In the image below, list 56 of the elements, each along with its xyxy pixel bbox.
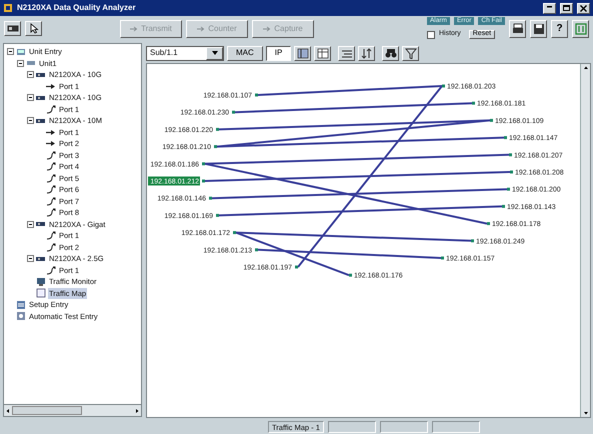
collapse-icon[interactable] bbox=[27, 220, 34, 228]
print-icon bbox=[512, 22, 524, 34]
close-icon bbox=[579, 4, 588, 12]
setup-icon bbox=[16, 300, 26, 310]
map-tool-button[interactable] bbox=[338, 46, 356, 60]
status-panel bbox=[432, 421, 480, 433]
unit-entry-icon bbox=[16, 46, 26, 57]
status-panel bbox=[380, 421, 428, 433]
monitor-icon bbox=[36, 276, 46, 287]
scrollbar-thumb[interactable] bbox=[12, 406, 82, 415]
app-icon bbox=[3, 3, 13, 13]
address-mode-button[interactable]: IP bbox=[266, 46, 292, 60]
collapse-icon[interactable] bbox=[7, 48, 14, 56]
map-icon bbox=[36, 288, 46, 298]
arrow-icon bbox=[197, 26, 206, 32]
unit-view-button[interactable] bbox=[4, 21, 21, 36]
caret-icon bbox=[210, 50, 218, 56]
layout-icon bbox=[296, 48, 309, 58]
binoculars-icon bbox=[384, 48, 397, 58]
minimize-button[interactable] bbox=[543, 2, 556, 14]
help-button[interactable]: ? bbox=[551, 20, 568, 38]
map-tool-button[interactable] bbox=[294, 46, 312, 60]
close-button[interactable] bbox=[577, 2, 590, 14]
map-tool-button[interactable] bbox=[358, 46, 376, 60]
collapse-icon[interactable] bbox=[27, 117, 34, 124]
collapse-icon[interactable] bbox=[17, 60, 24, 67]
toolbar-button[interactable] bbox=[509, 20, 526, 38]
collapse-icon[interactable] bbox=[27, 71, 34, 78]
address-mode-button[interactable]: MAC bbox=[227, 46, 263, 60]
scroll-down-icon[interactable] bbox=[582, 409, 590, 417]
map-tool-button[interactable] bbox=[382, 46, 400, 60]
map-tool-button[interactable] bbox=[314, 46, 332, 60]
test-icon bbox=[16, 311, 26, 322]
filter-icon bbox=[404, 48, 417, 58]
subnet-dropdown[interactable]: Sub/1.1 bbox=[146, 46, 224, 60]
arrow-icon bbox=[130, 26, 138, 32]
maximize-icon bbox=[562, 4, 571, 12]
toolbar-button[interactable] bbox=[530, 20, 547, 38]
arrow-icon bbox=[263, 26, 272, 32]
exit-button[interactable] bbox=[572, 20, 589, 38]
minimize-icon bbox=[547, 6, 552, 8]
status-panel bbox=[328, 421, 376, 433]
sort-icon bbox=[360, 48, 373, 58]
list-icon bbox=[340, 48, 353, 58]
save-icon bbox=[532, 22, 544, 34]
collapse-icon[interactable] bbox=[27, 94, 34, 102]
map-tool-button[interactable] bbox=[402, 46, 420, 60]
collapse-icon[interactable] bbox=[27, 255, 34, 262]
cursor-icon bbox=[28, 23, 38, 34]
scroll-up-icon[interactable] bbox=[582, 64, 590, 72]
card-icon bbox=[6, 24, 18, 33]
maximize-button[interactable] bbox=[560, 2, 573, 14]
window-title: N2120XA Data Quality Analyzer bbox=[17, 2, 137, 14]
exit-icon bbox=[574, 22, 586, 34]
pointer-button[interactable] bbox=[25, 21, 42, 36]
table-icon bbox=[316, 48, 329, 58]
